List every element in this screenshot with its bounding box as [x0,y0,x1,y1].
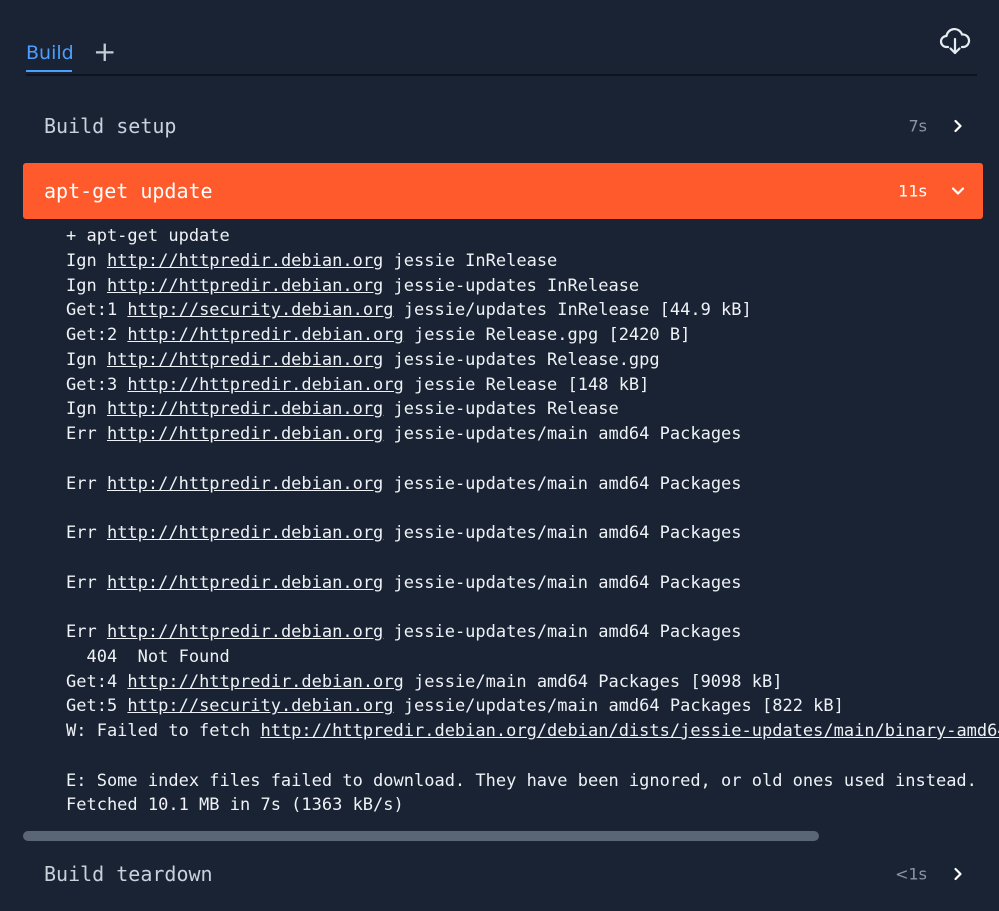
log-text: Ign [66,399,107,420]
step-build-teardown[interactable]: Build teardown <1s [23,846,983,902]
log-text: jessie-updates Release.gpg [383,349,660,370]
step-build-setup[interactable]: Build setup 7s [23,98,983,154]
log-text: jessie-updates/main amd64 Packages [383,572,742,593]
horizontal-scrollbar[interactable] [23,831,819,841]
log-line: Ign http://httpredir.debian.org jessie I… [66,249,999,274]
log-text: Ign [66,349,107,370]
log-line: Err http://httpredir.debian.org jessie-u… [66,571,999,596]
log-line: Err http://httpredir.debian.org jessie-u… [66,472,999,497]
step-duration: 7s [908,116,927,136]
log-line: Err http://httpredir.debian.org jessie-u… [66,620,999,645]
log-text: jessie-updates/main amd64 Packages [383,523,742,543]
step-duration: 11s [898,181,927,201]
log-text: jessie/updates/main amd64 Packages [822 … [393,696,844,717]
chevron-down-icon [951,187,965,195]
log-output: + apt-get update Ign http://httpredir.deb… [66,224,999,824]
log-text: jessie-updates/main amd64 Packages [383,473,742,494]
log-text: + apt-get update [66,226,230,246]
log-text: jessie-updates/main amd64 Packages [383,622,742,642]
log-link[interactable]: http://httpredir.debian.org [107,523,383,543]
chevron-right-icon [954,867,962,881]
active-tab-indicator [26,70,72,72]
log-link[interactable]: http://httpredir.debian.org [107,424,383,444]
log-line: W: Failed to fetch http://httpredir.debi… [66,719,999,744]
log-link[interactable]: http://httpredir.debian.org [107,399,383,419]
chevron-right-icon [954,119,962,133]
step-name: Build setup [44,114,177,138]
log-link[interactable]: http://httpredir.debian.org [107,573,383,593]
log-text: E: Some index files failed to download. … [66,770,977,791]
log-text: jessie/updates InRelease [44.9 kB] [393,300,752,321]
step-name: apt-get update [44,179,213,203]
tab-bar: Build + [26,32,977,76]
log-link[interactable]: http://httpredir.debian.org [107,474,383,494]
log-line: Ign http://httpredir.debian.org jessie-u… [66,274,999,299]
log-text: Ign [66,275,107,296]
log-link[interactable]: http://httpredir.debian.org [107,251,383,271]
log-text: Get:1 [66,300,128,321]
log-text: Get:4 [66,671,128,692]
log-link[interactable]: http://httpredir.debian.org [107,276,383,296]
log-text: Ign [66,250,107,271]
log-line: Err http://httpredir.debian.org jessie-u… [66,521,999,546]
log-text: Err [66,424,107,444]
add-tab-button[interactable]: + [93,34,116,70]
log-line: Get:3 http://httpredir.debian.org jessie… [66,373,999,398]
log-text: Get:2 [66,325,128,345]
log-line: Ign http://httpredir.debian.org jessie-u… [66,348,999,373]
log-text: Get:3 [66,374,128,395]
log-line: Err http://httpredir.debian.org jessie-u… [66,422,999,447]
log-line: Get:2 http://httpredir.debian.org jessie… [66,323,999,348]
log-link[interactable]: http://security.debian.org [127,696,393,716]
tab-build[interactable]: Build [26,42,74,64]
log-text: jessie Release [148 kB] [403,374,650,395]
log-text: jessie/main amd64 Packages [9098 kB] [403,671,783,692]
log-line: E: Some index files failed to download. … [66,769,999,794]
log-link[interactable]: http://httpredir.debian.org [127,325,403,345]
step-name: Build teardown [44,862,213,886]
log-line: Fetched 10.1 MB in 7s (1363 kB/s) [66,793,999,818]
log-line: Ign http://httpredir.debian.org jessie-u… [66,397,999,422]
log-text: jessie Release.gpg [2420 B] [403,325,691,345]
log-link[interactable]: http://httpredir.debian.org [127,672,403,692]
log-text: Fetched 10.1 MB in 7s (1363 kB/s) [66,795,404,816]
log-link[interactable]: http://httpredir.debian.org/debian/dists… [260,721,999,741]
cloud-download-icon[interactable] [939,28,971,56]
log-line: Get:1 http://security.debian.org jessie/… [66,298,999,323]
log-line: Get:4 http://httpredir.debian.org jessie… [66,670,999,695]
log-line: + apt-get update [66,224,999,249]
log-text: Err [66,572,107,593]
step-duration: <1s [895,864,927,884]
log-link[interactable]: http://httpredir.debian.org [107,350,383,370]
log-link[interactable]: http://security.debian.org [127,300,393,320]
log-text: W: Failed to fetch [66,721,261,741]
log-text: jessie InRelease [383,250,558,271]
log-line: Get:5 http://security.debian.org jessie/… [66,694,999,719]
log-text: jessie-updates InRelease [383,275,640,296]
log-link[interactable]: http://httpredir.debian.org [127,375,403,395]
log-text: 404 Not Found [66,646,230,667]
log-line: 404 Not Found [66,645,999,670]
step-apt-get-update[interactable]: apt-get update 11s [23,163,983,219]
log-text: Err [66,523,107,543]
log-text: Get:5 [66,696,128,717]
log-text: jessie-updates Release [383,399,619,420]
log-text: Err [66,473,107,494]
log-text: Err [66,622,107,642]
log-link[interactable]: http://httpredir.debian.org [107,622,383,642]
log-text: jessie-updates/main amd64 Packages [383,424,742,444]
